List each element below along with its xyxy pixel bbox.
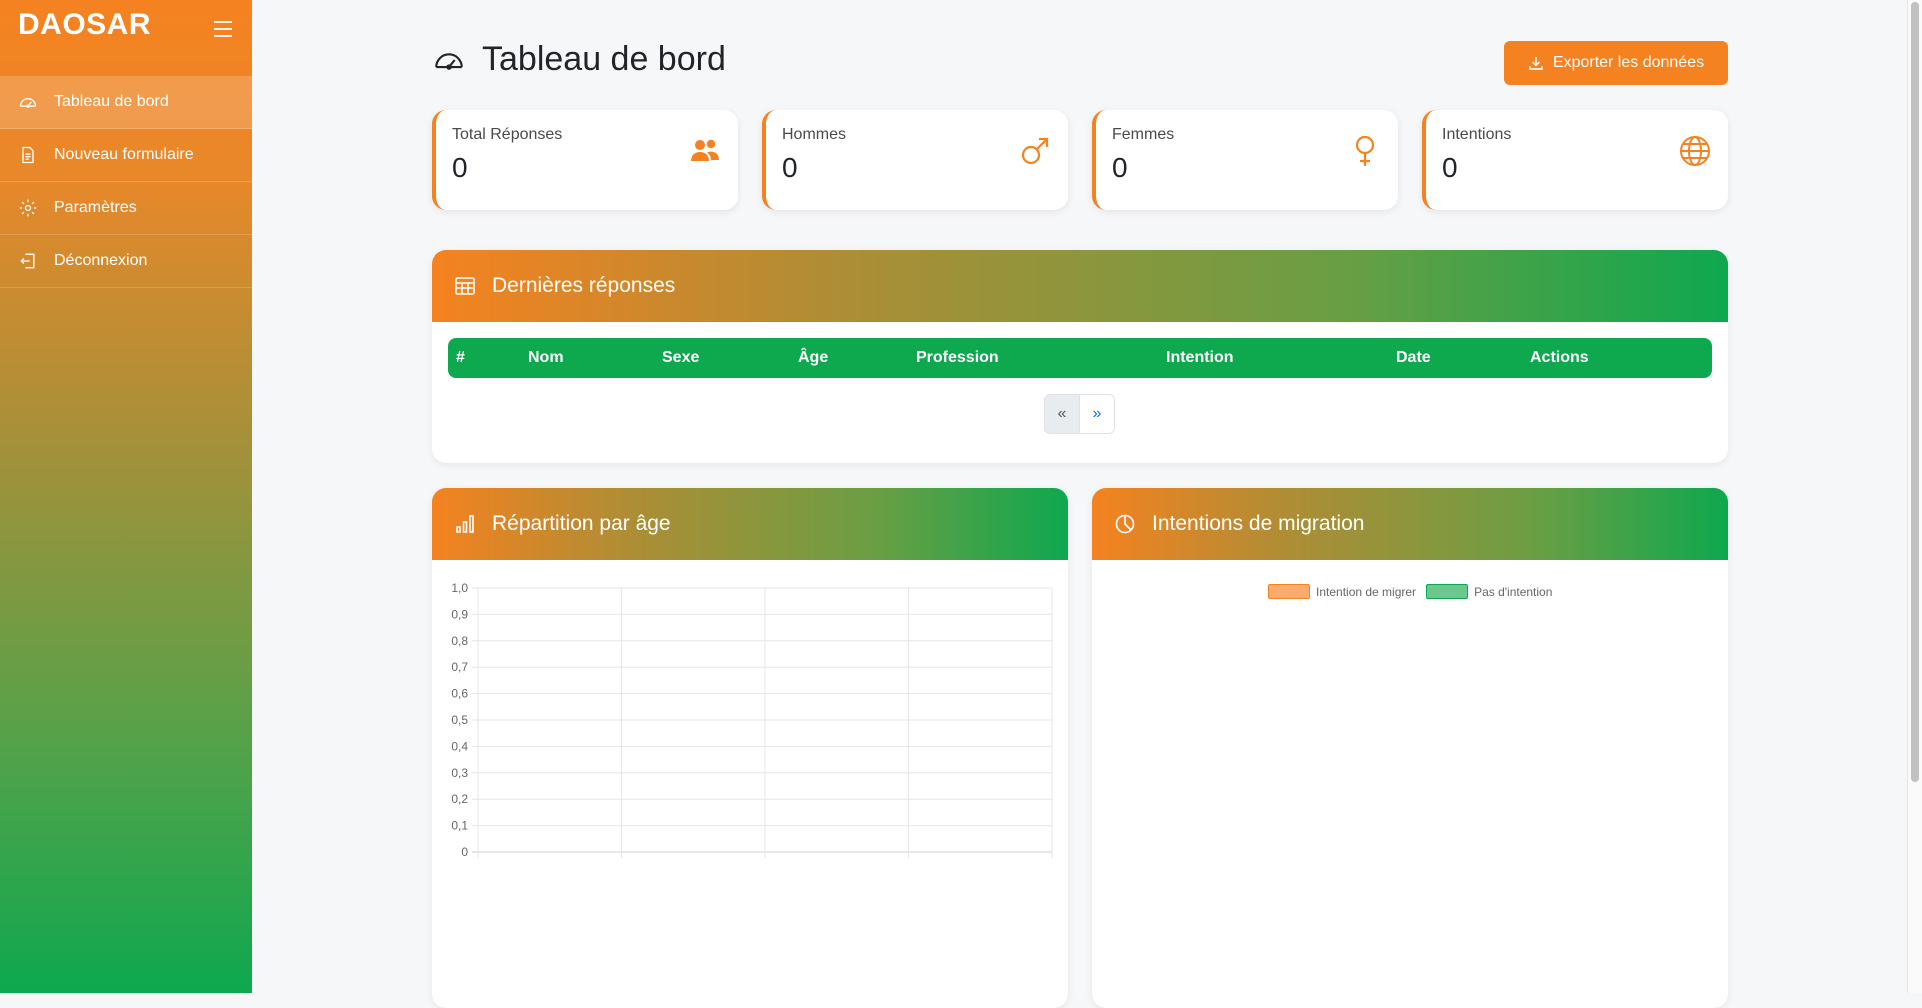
column-header[interactable]: Intention xyxy=(1166,349,1234,367)
table-icon xyxy=(455,277,475,295)
stat-label: Total Réponses xyxy=(452,126,563,143)
gauge-icon xyxy=(435,52,463,70)
stat-card-men: Hommes 0 xyxy=(762,110,1068,210)
female-icon xyxy=(1355,135,1375,166)
card-title: Dernières réponses xyxy=(492,274,676,297)
y-tick-label: 0,4 xyxy=(451,739,468,753)
sidebar-item-label: Tableau de bord xyxy=(54,93,169,110)
sidebar-item-label: Nouveau formulaire xyxy=(54,146,194,163)
stat-label: Hommes xyxy=(782,126,847,143)
gear-icon xyxy=(19,199,37,217)
sidebar-item-logout[interactable]: Déconnexion xyxy=(0,235,252,288)
card-header: Répartition par âge xyxy=(432,488,1068,560)
sidebar-item-dashboard[interactable]: Tableau de bord xyxy=(0,76,252,129)
column-header[interactable]: Nom xyxy=(528,349,564,367)
sidebar-item-settings[interactable]: Paramètres xyxy=(0,182,252,235)
page-scrollbar[interactable] xyxy=(1907,0,1922,993)
document-icon xyxy=(22,146,34,164)
card-header: Intentions de migration xyxy=(1092,488,1728,560)
stat-card-total: Total Réponses 0 xyxy=(432,110,738,210)
sidebar-item-new-form[interactable]: Nouveau formulaire xyxy=(0,129,252,182)
age-bar-chart: 00,10,20,30,40,50,60,70,80,91,0Moins de … xyxy=(451,581,1053,859)
pagination-prev[interactable]: « xyxy=(1045,395,1080,433)
age-distribution-card: Répartition par âge 0 0,1 0,2 0,3 0,4 0,5 0,6 0… xyxy=(432,488,1068,1008)
page-title: Tableau de bord xyxy=(432,40,726,79)
download-icon xyxy=(1529,57,1543,70)
column-header[interactable]: # xyxy=(456,349,465,367)
gauge-icon xyxy=(19,98,37,108)
card-title: Répartition par âge xyxy=(492,512,671,535)
card-title: Intentions de migration xyxy=(1152,512,1365,535)
pagination-next[interactable]: » xyxy=(1080,395,1114,433)
stat-card-intentions: Intentions 0 xyxy=(1422,110,1728,210)
latest-responses-card: Dernières réponses # Nom Sexe Âge Profes… xyxy=(432,250,1728,463)
legend-item[interactable]: Pas d'intention xyxy=(1426,584,1552,599)
y-tick-label: 0,3 xyxy=(451,766,468,780)
y-tick-label: 0,2 xyxy=(451,792,468,806)
column-header[interactable]: Date xyxy=(1396,349,1431,367)
card-header: Dernières réponses xyxy=(432,250,1728,322)
column-header[interactable]: Sexe xyxy=(662,349,699,367)
brand-logo[interactable]: DAOSAR xyxy=(18,8,151,42)
stat-card-women: Femmes 0 xyxy=(1092,110,1398,210)
stat-value: 0 xyxy=(782,152,798,183)
chart-legend: Intention de migrer Pas d'intention xyxy=(1268,584,1562,599)
legend-swatch xyxy=(1268,584,1310,599)
male-icon xyxy=(1021,137,1049,165)
legend-label: Intention de migrer xyxy=(1316,584,1417,599)
bar-chart-icon xyxy=(456,515,474,533)
users-icon xyxy=(691,139,719,161)
stat-label: Femmes xyxy=(1112,126,1175,143)
table-header: # Nom Sexe Âge Profession Intention Date… xyxy=(448,338,1712,378)
logout-icon xyxy=(20,253,35,269)
sidebar-nav: Tableau de bord Nouveau formulaire Param… xyxy=(0,76,252,288)
y-tick-label: 1,0 xyxy=(451,581,468,595)
stat-value: 0 xyxy=(1112,152,1128,183)
sidebar-item-label: Déconnexion xyxy=(54,252,148,269)
y-tick-label: 0,7 xyxy=(451,660,468,674)
stat-value: 0 xyxy=(1442,152,1458,183)
scrollbar-thumb[interactable] xyxy=(1911,2,1919,782)
page-title-text: Tableau de bord xyxy=(482,40,726,78)
y-tick-label: 0,1 xyxy=(451,819,468,833)
stat-label: Intentions xyxy=(1442,126,1512,143)
menu-toggle-icon[interactable] xyxy=(214,21,232,42)
export-button[interactable]: Exporter les données xyxy=(1504,41,1728,85)
legend-label: Pas d'intention xyxy=(1474,584,1553,599)
globe-icon xyxy=(1680,136,1710,166)
legend-swatch xyxy=(1426,584,1469,599)
pie-chart-icon xyxy=(1115,514,1135,534)
y-tick-label: 0,8 xyxy=(451,634,468,648)
y-tick-label: 0 xyxy=(461,845,468,859)
y-tick-label: 0,6 xyxy=(451,687,468,701)
sidebar: DAOSAR Tableau de bord Nouveau formulair… xyxy=(0,0,252,993)
column-header[interactable]: Actions xyxy=(1530,349,1589,367)
stat-value: 0 xyxy=(452,152,468,183)
pagination: « » xyxy=(1044,394,1115,434)
legend-item[interactable]: Intention de migrer xyxy=(1268,584,1416,599)
sidebar-item-label: Paramètres xyxy=(54,199,137,216)
y-tick-label: 0,5 xyxy=(451,713,468,727)
migration-intentions-card: Intentions de migration Intention de mig… xyxy=(1092,488,1728,1008)
column-header[interactable]: Profession xyxy=(916,349,999,367)
export-button-label: Exporter les données xyxy=(1552,54,1705,71)
y-tick-label: 0,9 xyxy=(451,607,468,621)
column-header[interactable]: Âge xyxy=(798,349,828,367)
